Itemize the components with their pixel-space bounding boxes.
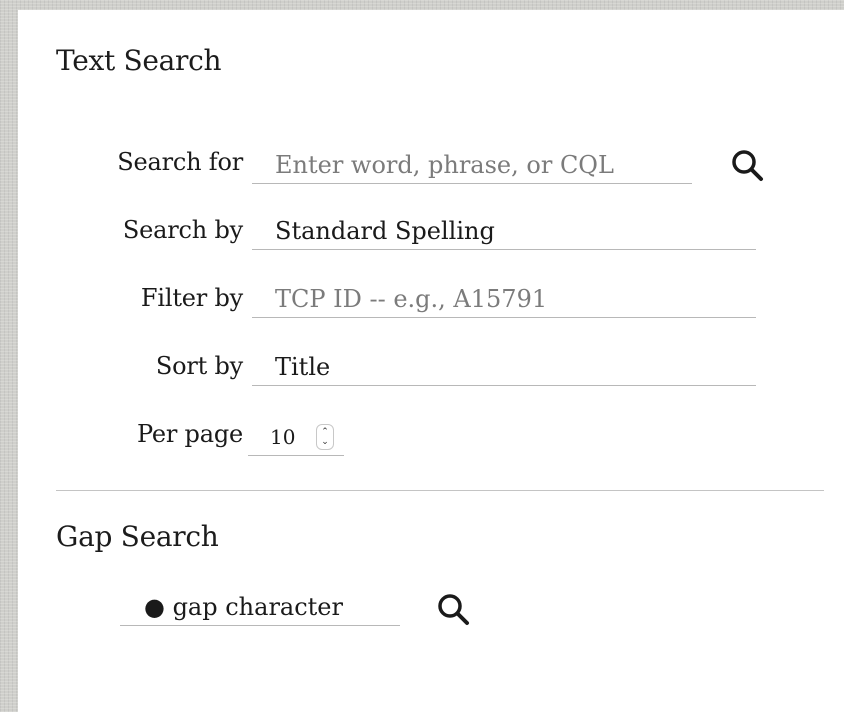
per-page-value: 10 bbox=[270, 425, 296, 449]
search-for-input[interactable]: Enter word, phrase, or CQL bbox=[252, 148, 692, 184]
stepper-icon[interactable]: ⌃ ⌄ bbox=[316, 424, 334, 450]
text-search-title: Text Search bbox=[56, 44, 222, 77]
gap-search-button[interactable] bbox=[434, 590, 474, 630]
search-for-label: Search for bbox=[117, 148, 243, 176]
per-page-label: Per page bbox=[136, 420, 243, 448]
filter-by-input[interactable]: TCP ID -- e.g., A15791 bbox=[252, 282, 756, 318]
search-icon bbox=[732, 150, 763, 181]
filter-by-label: Filter by bbox=[140, 284, 243, 312]
search-icon bbox=[438, 594, 469, 625]
filter-by-placeholder: TCP ID -- e.g., A15791 bbox=[275, 285, 548, 313]
section-divider bbox=[56, 490, 824, 491]
search-panel: Text Search Search for Enter word, phras… bbox=[18, 10, 844, 712]
stepper-up-icon[interactable]: ⌃ bbox=[321, 427, 329, 437]
gap-search-input[interactable]: ● gap character bbox=[120, 590, 400, 626]
search-by-select[interactable]: Standard Spelling bbox=[252, 214, 756, 250]
search-by-value: Standard Spelling bbox=[275, 217, 495, 245]
search-by-label: Search by bbox=[122, 216, 243, 244]
per-page-input[interactable]: 10 ⌃ ⌄ bbox=[248, 420, 344, 456]
search-for-placeholder: Enter word, phrase, or CQL bbox=[275, 151, 614, 179]
gap-search-value: ● gap character bbox=[144, 593, 343, 621]
sort-by-label: Sort by bbox=[155, 352, 243, 380]
stepper-down-icon[interactable]: ⌄ bbox=[321, 437, 329, 447]
text-search-button[interactable] bbox=[728, 146, 768, 186]
gap-search-title: Gap Search bbox=[56, 520, 219, 553]
sort-by-select[interactable]: Title bbox=[252, 350, 756, 386]
sort-by-value: Title bbox=[275, 353, 331, 381]
